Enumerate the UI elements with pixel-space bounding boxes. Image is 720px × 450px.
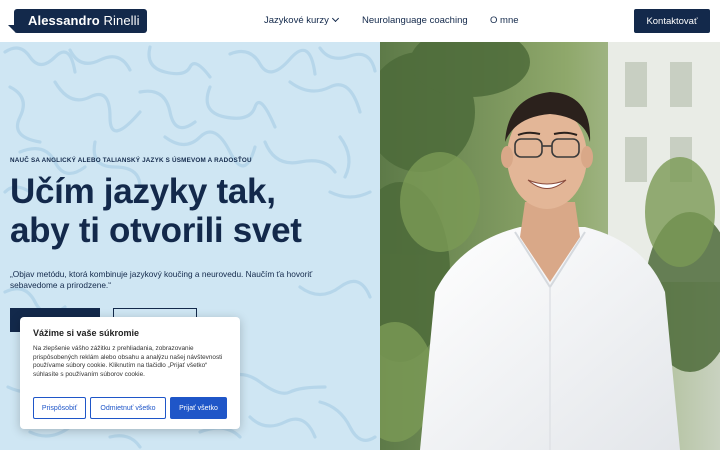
cookie-reject-all-button[interactable]: Odmietnuť všetko <box>90 397 166 419</box>
hero-headline: Učím jazyky tak, aby ti otvorili svet <box>10 172 302 250</box>
hero-headline-line2: aby ti otvorili svet <box>10 211 302 250</box>
nav-item-neurolanguage-coaching[interactable]: Neurolanguage coaching <box>362 15 468 26</box>
hero-quote: „Objav metódu, ktorá kombinuje jazykový … <box>10 269 370 291</box>
portrait-photo <box>380 42 720 450</box>
cookie-title: Vážime si vaše súkromie <box>33 328 140 338</box>
site-header: Alessandro Rinelli Jazykové kurzy Neurol… <box>0 0 720 42</box>
chevron-down-icon <box>331 14 339 23</box>
logo-last-name: Rinelli <box>103 13 140 28</box>
hero-photo <box>380 42 720 450</box>
hero-quote-line1: „Objav metódu, ktorá kombinuje jazykový … <box>10 269 313 279</box>
contact-button[interactable]: Kontaktovať <box>634 9 710 33</box>
cookie-customize-button[interactable]: Prispôsobiť <box>33 397 86 419</box>
cookie-consent-dialog: Vážime si vaše súkromie Na zlepšenie váš… <box>20 317 240 429</box>
logo-first-name: Alessandro <box>28 13 100 28</box>
hero-headline-line1: Učím jazyky tak, <box>10 172 276 211</box>
nav-item-jazykove-kurzy[interactable]: Jazykové kurzy <box>264 14 339 26</box>
hero-kicker: NAUČ SA ANGLICKÝ ALEBO TALIANSKÝ JAZYK S… <box>10 157 252 164</box>
logo-speech-tail <box>8 25 20 31</box>
logo-text[interactable]: Alessandro Rinelli <box>28 13 140 28</box>
nav-item-label: Jazykové kurzy <box>264 15 329 26</box>
cookie-accept-all-button[interactable]: Prijať všetko <box>170 397 227 419</box>
cookie-text: Na zlepšenie vášho zážitku z prehliadani… <box>33 345 223 378</box>
hero-quote-line2: sebavedome a prirodzene.“ <box>10 280 112 290</box>
nav-item-o-mne[interactable]: O mne <box>490 15 519 26</box>
